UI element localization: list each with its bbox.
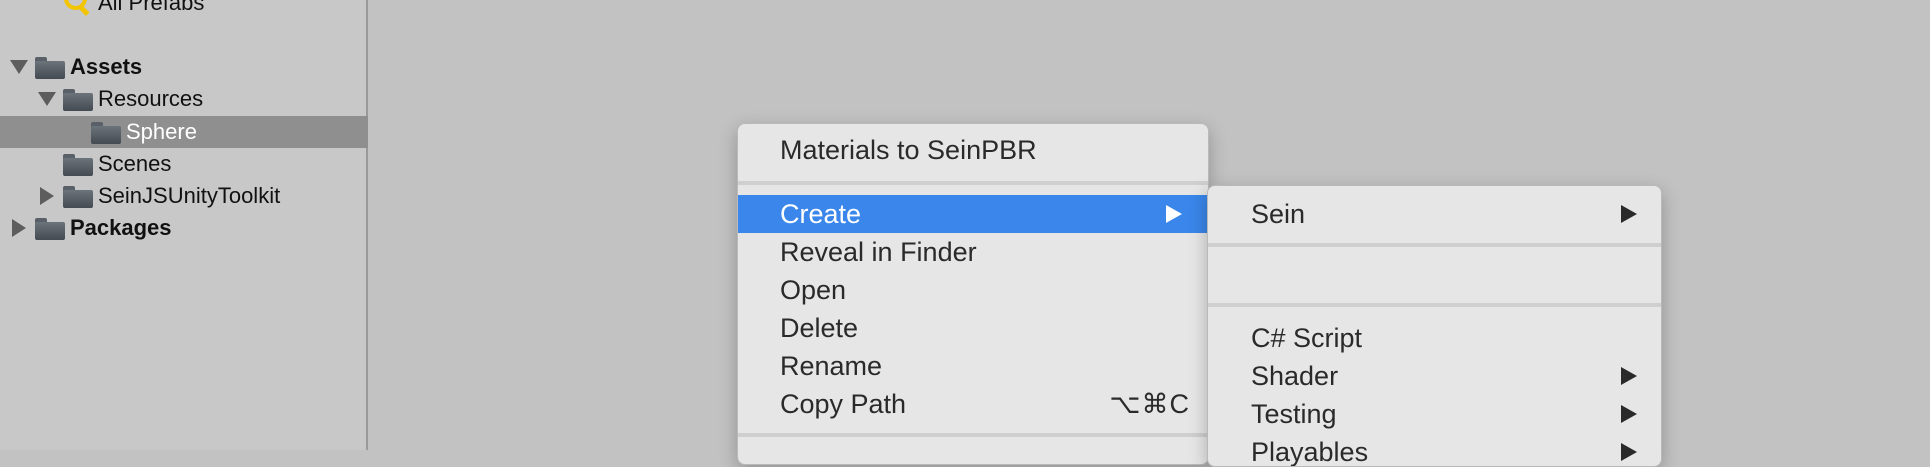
menu-item-reveal-in-finder[interactable]: Reveal in Finder	[738, 233, 1208, 271]
menu-item-label: Delete	[780, 313, 859, 343]
menu-separator	[1208, 243, 1661, 247]
context-menu: Materials to SeinPBR Create Reveal in Fi…	[737, 123, 1209, 465]
tree-item-label: SeinJSUnityToolkit	[98, 183, 281, 208]
menu-item-playables[interactable]: Playables	[1208, 433, 1661, 467]
menu-item-label: Reveal in Finder	[780, 237, 977, 267]
menu-item-create[interactable]: Create	[738, 195, 1208, 233]
expand-arrow-icon[interactable]	[40, 187, 54, 205]
submenu-arrow-icon	[1621, 405, 1637, 423]
submenu-arrow-icon	[1621, 367, 1637, 385]
menu-item-shader[interactable]: Shader	[1208, 357, 1661, 395]
menu-item-label: Copy Path	[780, 389, 907, 419]
menu-separator	[738, 181, 1208, 185]
menu-item-sein[interactable]: Sein	[1208, 195, 1661, 233]
menu-item-label: Shader	[1251, 361, 1339, 391]
tree-item-sphere[interactable]: Sphere	[0, 116, 368, 148]
menu-item-testing[interactable]: Testing	[1208, 395, 1661, 433]
menu-item-delete[interactable]: Delete	[738, 309, 1208, 347]
menu-separator	[1208, 303, 1661, 307]
tree-item-label: Resources	[98, 86, 204, 111]
tree-item-label: All Prefabs	[98, 0, 205, 15]
menu-item-label: Testing	[1251, 399, 1337, 429]
folder-icon	[35, 218, 65, 240]
tree-item-toolkit[interactable]: SeinJSUnityToolkit	[0, 180, 368, 212]
folder-icon	[35, 57, 65, 79]
menu-item-copy-path[interactable]: Copy Path ⌥⌘C	[738, 385, 1208, 423]
menu-item-label: C# Script	[1251, 323, 1363, 353]
folder-icon	[91, 122, 121, 144]
menu-item-label: Materials to SeinPBR	[780, 135, 1037, 165]
menu-item-open[interactable]: Open	[738, 271, 1208, 309]
tree-item-scenes[interactable]: Scenes	[0, 148, 368, 180]
tree-item-label: Packages	[70, 215, 172, 240]
expand-arrow-icon[interactable]	[38, 92, 56, 106]
shortcut-label: ⌥⌘C	[1109, 389, 1190, 419]
expand-arrow-icon[interactable]	[10, 60, 28, 74]
tree-item-label: Scenes	[98, 151, 172, 176]
tree-item-assets[interactable]: Assets	[0, 51, 368, 83]
submenu-arrow-icon	[1621, 443, 1637, 461]
expand-arrow-icon[interactable]	[12, 219, 26, 237]
tree-item-packages[interactable]: Packages	[0, 212, 368, 244]
submenu-arrow-icon	[1621, 205, 1637, 223]
submenu-arrow-icon	[1166, 205, 1182, 223]
menu-item-label: Rename	[780, 351, 883, 381]
menu-item-label: Sein	[1251, 199, 1306, 229]
folder-icon	[63, 89, 93, 111]
project-panel: All Prefabs Assets Resources Sphere Scen…	[0, 0, 368, 450]
search-icon	[64, 0, 90, 17]
menu-item-label: Playables	[1251, 437, 1369, 467]
menu-item-label: Open	[780, 275, 847, 305]
menu-item-csharp-script[interactable]: C# Script	[1208, 319, 1661, 357]
folder-icon	[63, 186, 93, 208]
menu-item-rename[interactable]: Rename	[738, 347, 1208, 385]
menu-item-label: Create	[780, 199, 862, 229]
tree-item-all-prefabs[interactable]: All Prefabs	[0, 0, 368, 22]
create-submenu: Sein C# Script Shader Testing Playables	[1207, 185, 1662, 467]
tree-item-label: Sphere	[126, 119, 197, 144]
tree-item-resources[interactable]: Resources	[0, 83, 368, 115]
menu-separator	[738, 433, 1208, 437]
folder-icon	[63, 154, 93, 176]
menu-item-materials-to-seinpbr[interactable]: Materials to SeinPBR	[738, 131, 1208, 169]
tree-item-label: Assets	[70, 54, 143, 79]
